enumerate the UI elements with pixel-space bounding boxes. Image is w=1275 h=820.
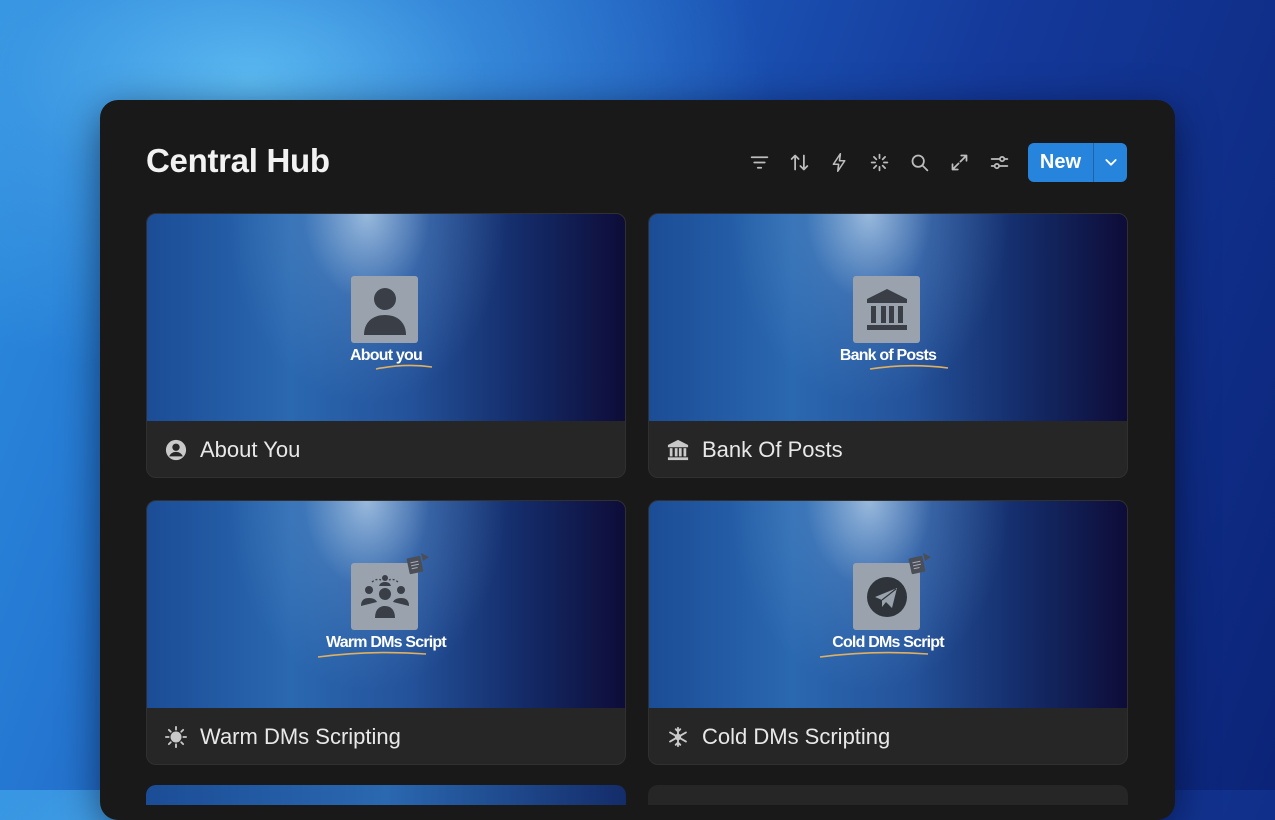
search-icon	[912, 154, 929, 171]
sort-button[interactable]	[780, 142, 820, 182]
bank-icon	[666, 438, 690, 462]
underline-swoosh	[317, 651, 427, 658]
new-dropdown-button[interactable]	[1094, 143, 1127, 182]
card-title: Warm DMs Scripting	[200, 724, 401, 749]
expand-icon	[952, 154, 968, 170]
sun-icon	[164, 725, 188, 749]
snowflake-icon	[666, 725, 690, 749]
gallery-card-cold-dms[interactable]: Cold DMs Script Cold DMs Scripting	[648, 500, 1128, 765]
group-icon	[360, 574, 409, 618]
filter-button[interactable]	[740, 142, 780, 182]
filter-icon	[751, 155, 769, 169]
card-title: About You	[200, 437, 301, 462]
underline-swoosh	[375, 364, 433, 370]
page-title: Central Hub	[146, 142, 330, 179]
lightning-icon	[832, 152, 846, 172]
card-title: Bank Of Posts	[702, 437, 843, 462]
cover-icon-box	[351, 276, 418, 343]
user-circle-icon	[164, 438, 188, 462]
card-title: Cold DMs Scripting	[702, 724, 891, 749]
underline-swoosh	[819, 651, 929, 658]
toolbar: New	[740, 142, 1127, 182]
sort-icon	[791, 154, 809, 170]
gallery-card-partial[interactable]	[146, 785, 626, 805]
card-cover: Warm DMs Script	[147, 501, 625, 708]
paper-plane-icon	[866, 576, 907, 617]
expand-button[interactable]	[940, 142, 980, 182]
document-badge-icon	[908, 553, 931, 575]
database-panel: Central Hub New About you About You Bank…	[100, 100, 1175, 820]
document-badge-icon	[406, 553, 429, 575]
settings-sliders-icon	[991, 155, 1009, 169]
card-cover: Cold DMs Script	[649, 501, 1127, 708]
gallery-card-bank-of-posts[interactable]: Bank of Posts Bank Of Posts	[648, 213, 1128, 478]
card-label-row: About You	[147, 421, 625, 477]
view-settings-button[interactable]	[980, 142, 1020, 182]
new-button-group: New	[1027, 142, 1127, 182]
card-label-row: Bank Of Posts	[649, 421, 1127, 477]
gallery-card-partial[interactable]	[648, 785, 1128, 805]
ai-button[interactable]	[860, 142, 900, 182]
card-cover: Bank of Posts	[649, 214, 1127, 421]
gallery-card-warm-dms[interactable]: Warm DMs Script Warm DMs Scripting	[146, 500, 626, 765]
chevron-down-icon	[1104, 159, 1117, 166]
bank-icon	[866, 288, 907, 330]
card-label-row: Cold DMs Scripting	[649, 708, 1127, 764]
new-button[interactable]: New	[1028, 143, 1093, 182]
gallery-grid: About you About You Bank of Posts Bank O…	[146, 213, 1128, 765]
automation-button[interactable]	[820, 142, 860, 182]
sparkle-icon	[871, 153, 889, 171]
gallery-card-about-you[interactable]: About you About You	[146, 213, 626, 478]
card-cover: About you	[147, 214, 625, 421]
underline-swoosh	[869, 364, 949, 370]
card-label-row: Warm DMs Scripting	[147, 708, 625, 764]
cover-icon-box	[853, 276, 920, 343]
search-button[interactable]	[900, 142, 940, 182]
person-icon	[363, 287, 406, 335]
